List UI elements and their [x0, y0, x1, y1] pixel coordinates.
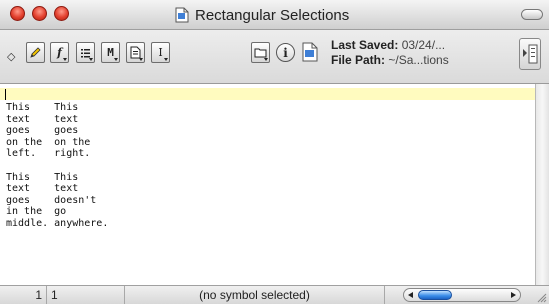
- document-menu-button[interactable]: [126, 42, 145, 63]
- last-saved-label: Last Saved:: [331, 38, 399, 52]
- info-icon: i: [283, 45, 288, 60]
- editor-window: Rectangular Selections ◇ f M I i Last Sa…: [0, 0, 549, 304]
- chevron-down-icon: [114, 58, 118, 61]
- line-number: 1: [35, 288, 42, 302]
- list-menu-button[interactable]: [76, 42, 95, 63]
- chevron-down-icon: [139, 58, 143, 61]
- text-menu-button[interactable]: I: [151, 42, 170, 63]
- line-number-field[interactable]: 1: [0, 286, 47, 304]
- file-path-label: File Path:: [331, 53, 386, 67]
- text-editor[interactable]: This This text text goes goes on the on …: [0, 84, 535, 285]
- drawer-icon: [523, 44, 538, 64]
- last-saved-value: 03/24/...: [401, 38, 446, 52]
- file-path-value[interactable]: ~/Sa...tions: [388, 53, 448, 67]
- text-cursor: [5, 89, 6, 100]
- info-button[interactable]: i: [276, 43, 295, 62]
- title-bar[interactable]: Rectangular Selections: [0, 0, 549, 30]
- minimize-button[interactable]: [32, 6, 47, 21]
- drawer-toggle-button[interactable]: [519, 38, 541, 70]
- file-info: Last Saved: 03/24/... File Path: ~/Sa...…: [331, 38, 449, 68]
- diamond-icon: ◇: [7, 51, 16, 63]
- last-saved-row: Last Saved: 03/24/...: [331, 38, 449, 53]
- symbol-label: (no symbol selected): [199, 288, 310, 302]
- status-bar: 1 1 (no symbol selected): [0, 285, 549, 304]
- window-title: Rectangular Selections: [195, 6, 350, 24]
- list-icon: [80, 48, 90, 57]
- chevron-down-icon: [89, 58, 93, 61]
- column-number-field[interactable]: 1: [47, 286, 125, 304]
- toolbar: ◇ f M I i Last Saved: 03/24/... File Pat…: [0, 30, 549, 84]
- marks-icon: M: [107, 46, 114, 59]
- scroll-right-icon[interactable]: [511, 292, 516, 298]
- function-menu-button[interactable]: f: [50, 42, 69, 63]
- zoom-button[interactable]: [54, 6, 69, 21]
- close-button[interactable]: [10, 6, 25, 21]
- document-icon[interactable]: [175, 7, 189, 23]
- document-proxy-icon[interactable]: [302, 42, 318, 62]
- horizontal-scrollbar[interactable]: [403, 288, 521, 302]
- editor-text[interactable]: This This text text goes goes on the on …: [6, 102, 108, 230]
- chevron-down-icon: [63, 58, 67, 61]
- marker-button[interactable]: [26, 42, 45, 63]
- scroll-thumb[interactable]: [418, 290, 452, 300]
- current-line-highlight: [0, 88, 535, 100]
- toolbar-toggle-button[interactable]: [521, 9, 543, 20]
- pencil-icon: [30, 47, 41, 58]
- vertical-scrollbar[interactable]: [535, 84, 549, 285]
- chevron-down-icon: [264, 58, 268, 61]
- file-path-row: File Path: ~/Sa...tions: [331, 53, 449, 68]
- window-title-group: Rectangular Selections: [175, 6, 349, 24]
- column-number: 1: [51, 288, 58, 302]
- text-cursor-icon: I: [158, 46, 163, 59]
- resize-grip-icon[interactable]: [535, 291, 547, 303]
- marks-menu-button[interactable]: M: [101, 42, 120, 63]
- folder-menu-button[interactable]: [251, 42, 270, 63]
- scroll-left-icon[interactable]: [408, 292, 413, 298]
- function-icon: f: [57, 46, 62, 59]
- folder-icon: [254, 48, 267, 58]
- symbol-popup[interactable]: (no symbol selected): [125, 286, 385, 304]
- chevron-down-icon: [164, 58, 168, 61]
